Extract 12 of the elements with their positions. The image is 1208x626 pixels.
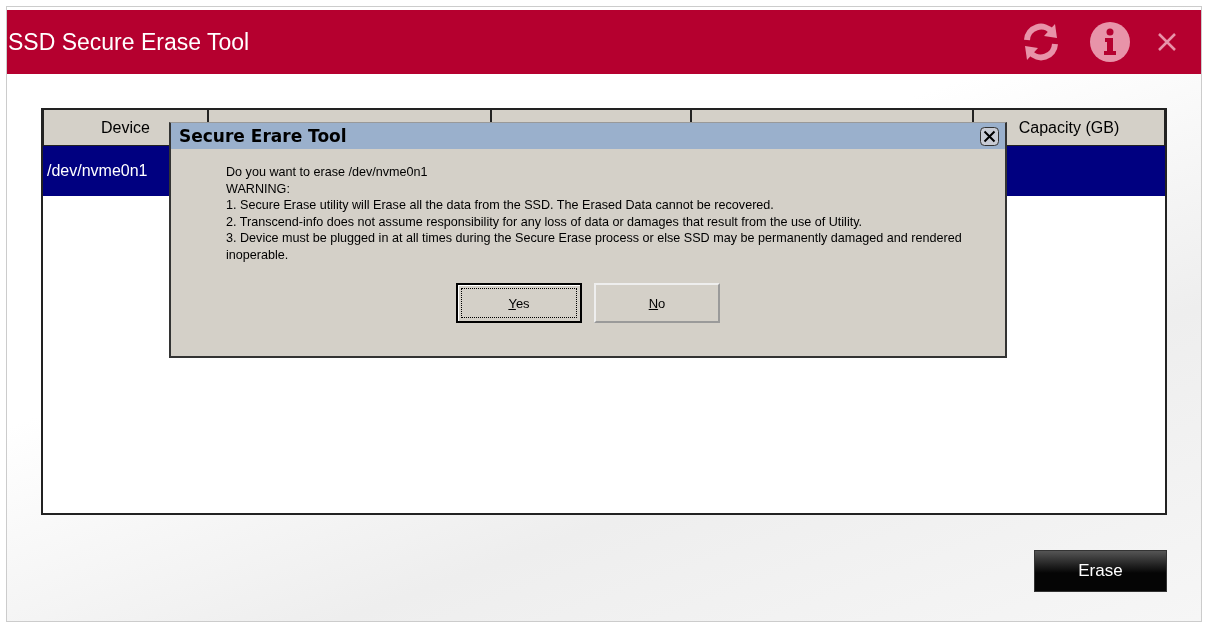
yes-button[interactable]: Yes	[456, 283, 582, 323]
message-text: 1. Secure Erase utility will Erase all the data from the SSD. The Erased Data cannot be recovered.	[226, 197, 775, 214]
message-text: 2. Transcend-info does not assume responsibility for any loss of data or damages that result from the use of Utility.	[226, 213, 864, 230]
message-text: Do you want to erase /dev/nvme0n1	[226, 164, 429, 181]
window-title: SSD Secure Erase Tool	[8, 28, 250, 56]
message-text: 3. Device must be plugged in at all times during the Secure Erase process or else SSD may be permanently damaged and rendered inoperable.	[226, 230, 963, 263]
device-cell-text: /dev/nvme0n1	[46, 162, 148, 180]
message-text: WARNING:	[226, 180, 291, 197]
no-button[interactable]: No	[594, 283, 720, 323]
close-icon[interactable]	[980, 126, 999, 146]
erase-button[interactable]: Erase	[1034, 550, 1167, 592]
info-icon[interactable]	[1089, 21, 1131, 63]
